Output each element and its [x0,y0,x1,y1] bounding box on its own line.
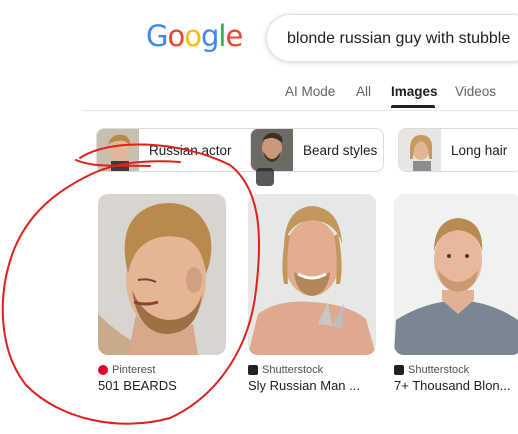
result-source: Shutterstock [394,364,469,376]
tab-all[interactable]: All [356,84,371,99]
result-source-label: Pinterest [112,364,156,376]
active-tab-indicator [391,105,435,108]
chip-thumbnail [251,129,293,171]
result-source-label: Shutterstock [408,364,470,376]
result-image [98,194,226,355]
result-source: Pinterest [98,364,155,376]
result-title[interactable]: 501 BEARDS [98,378,177,393]
logo-letter: g [200,19,219,53]
logo-letter: G [146,19,169,53]
logo-letter: l [218,19,226,53]
result-source: Shutterstock [248,364,323,376]
pinterest-icon [98,365,108,375]
chip-label: Beard styles [303,143,378,158]
google-logo[interactable]: Google [146,19,243,53]
chip-long-hair[interactable]: Long hair [398,128,518,172]
tab-ai-mode[interactable]: AI Mode [285,84,335,99]
chip-beard-styles[interactable]: Beard styles [250,128,384,172]
result-image [394,194,518,355]
tab-videos[interactable]: Videos [455,84,496,99]
shutterstock-icon [248,365,258,375]
chip-thumbnail [97,129,139,171]
chip-russian-actor[interactable]: Russian actor [96,128,272,172]
logo-letter: o [167,19,185,53]
result-image [248,194,376,355]
result-title[interactable]: Sly Russian Man ... [248,378,360,393]
search-input[interactable]: blonde russian guy with stubble [266,14,518,62]
chip-label: Long hair [451,143,508,158]
image-type-icon [256,168,274,186]
tab-images[interactable]: Images [391,84,438,99]
chip-thumbnail [399,129,441,171]
chip-label: Russian actor [149,143,232,158]
logo-letter: e [225,19,243,53]
tabs-divider [82,110,518,111]
shutterstock-icon [394,365,404,375]
logo-letter: o [184,19,202,53]
result-title[interactable]: 7+ Thousand Blon... [394,378,511,393]
search-query-text: blonde russian guy with stubble [287,30,511,47]
result-source-label: Shutterstock [262,364,324,376]
